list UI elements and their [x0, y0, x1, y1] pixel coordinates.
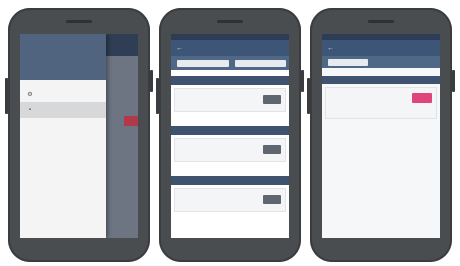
back-arrow-icon[interactable]: ← — [327, 45, 334, 52]
drawer-header — [20, 34, 106, 80]
phone-screen: ← — [171, 34, 289, 238]
app-bar: ← — [322, 40, 440, 56]
volume-button — [156, 78, 159, 114]
settings-icon: ⚙ — [27, 91, 33, 98]
detail-card — [325, 87, 437, 119]
drawer-item-list[interactable]: ▪ — [20, 102, 106, 118]
section-header — [171, 76, 289, 85]
dimmed-action-chip — [124, 116, 138, 126]
section-header — [171, 126, 289, 135]
navigation-drawer: ⚙ ▪ — [20, 34, 106, 238]
to-date-field[interactable] — [234, 59, 286, 67]
list-icon: ▪ — [28, 107, 32, 113]
power-button — [301, 70, 304, 92]
list-card — [174, 188, 286, 212]
speaker-grille — [66, 20, 92, 23]
card-action-button[interactable] — [412, 93, 432, 103]
speaker-grille — [368, 20, 394, 23]
date-filter-row — [171, 56, 289, 70]
date-field[interactable] — [328, 58, 368, 66]
section-header — [322, 76, 440, 84]
app-bar: ← — [171, 40, 289, 56]
volume-button — [5, 78, 8, 114]
speaker-grille — [217, 20, 243, 23]
card-action-button[interactable] — [263, 145, 281, 154]
drawer-item-settings[interactable]: ⚙ — [20, 86, 106, 102]
phone-list: ← — [156, 8, 304, 262]
phone-screen: ⚙ ▪ — [20, 34, 138, 238]
screenshot-canvas: ⚙ ▪ ← ← — [0, 0, 460, 266]
from-date-field[interactable] — [177, 59, 229, 67]
phone-screen: ← — [322, 34, 440, 238]
power-button — [452, 70, 455, 92]
list-card — [174, 88, 286, 112]
power-button — [150, 70, 153, 92]
date-filter-row — [322, 56, 440, 68]
back-arrow-icon[interactable]: ← — [176, 45, 183, 52]
card-action-button[interactable] — [263, 95, 281, 104]
card-action-button[interactable] — [263, 195, 281, 204]
phone-detail: ← — [307, 8, 455, 262]
volume-button — [307, 78, 310, 114]
phone-drawer: ⚙ ▪ — [5, 8, 153, 262]
section-header — [171, 176, 289, 185]
list-card — [174, 138, 286, 162]
